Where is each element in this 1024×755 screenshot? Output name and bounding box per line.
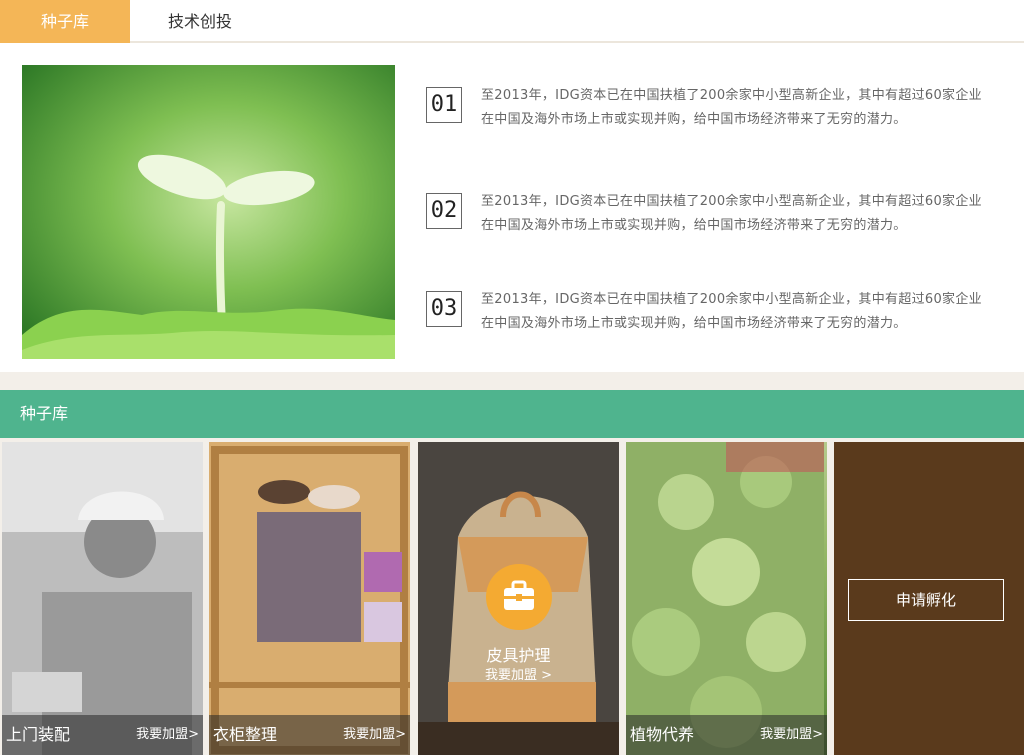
join-link[interactable]: 我要加盟 >	[418, 664, 619, 683]
service-card-wardrobe[interactable]: 衣柜整理 我要加盟>	[209, 442, 410, 755]
section-title: 种子库	[20, 404, 69, 423]
item-description: 至2013年，IDG资本已在中国扶植了200余家中小型高新企业，其中有超过60家…	[481, 194, 982, 233]
tab-bar: 种子库 技术创投	[0, 0, 1024, 43]
card-title: 衣柜整理	[213, 725, 278, 744]
item-description: 至2013年，IDG资本已在中国扶植了200余家中小型高新企业，其中有超过60家…	[481, 292, 982, 331]
card-title: 植物代养	[630, 725, 695, 744]
item-number: 03	[426, 291, 462, 327]
worker-photo	[2, 442, 203, 755]
card-title: 皮具护理	[486, 646, 551, 665]
card-caption: 植物代养 我要加盟>	[626, 715, 827, 755]
tab-tech-venture[interactable]: 技术创投	[130, 0, 270, 43]
item-number: 02	[426, 193, 462, 229]
card-caption: 上门装配 我要加盟>	[2, 715, 203, 755]
service-card-plant-care[interactable]: 植物代养 我要加盟>	[626, 442, 827, 755]
briefcase-icon	[486, 564, 552, 630]
card-caption: 衣柜整理 我要加盟>	[209, 715, 410, 755]
tab-seed-library[interactable]: 种子库	[0, 0, 130, 43]
apply-incubation-button[interactable]: 申请孵化	[848, 579, 1004, 621]
item-number: 01	[426, 87, 462, 123]
join-link[interactable]: 我要加盟>	[343, 715, 406, 755]
card-title: 上门装配	[6, 725, 71, 744]
join-link[interactable]: 我要加盟>	[760, 715, 823, 755]
item-description: 至2013年，IDG资本已在中国扶植了200余家中小型高新企业，其中有超过60家…	[481, 88, 982, 127]
section-header-bar: 种子库	[0, 390, 1024, 438]
succulent-photo	[626, 442, 824, 755]
join-link[interactable]: 我要加盟>	[136, 715, 199, 755]
top-section: 种子库 技术创投 01 至2013年，IDG资本已在中国扶植了200余家中小型高…	[0, 0, 1024, 372]
hero-image-seedling	[22, 65, 395, 359]
service-card-assembly[interactable]: 上门装配 我要加盟>	[2, 442, 203, 755]
service-card-leather-care[interactable]: 皮具护理 我要加盟 >	[418, 442, 619, 755]
wardrobe-photo	[209, 442, 410, 755]
apply-incubation-panel: 申请孵化	[834, 442, 1024, 755]
